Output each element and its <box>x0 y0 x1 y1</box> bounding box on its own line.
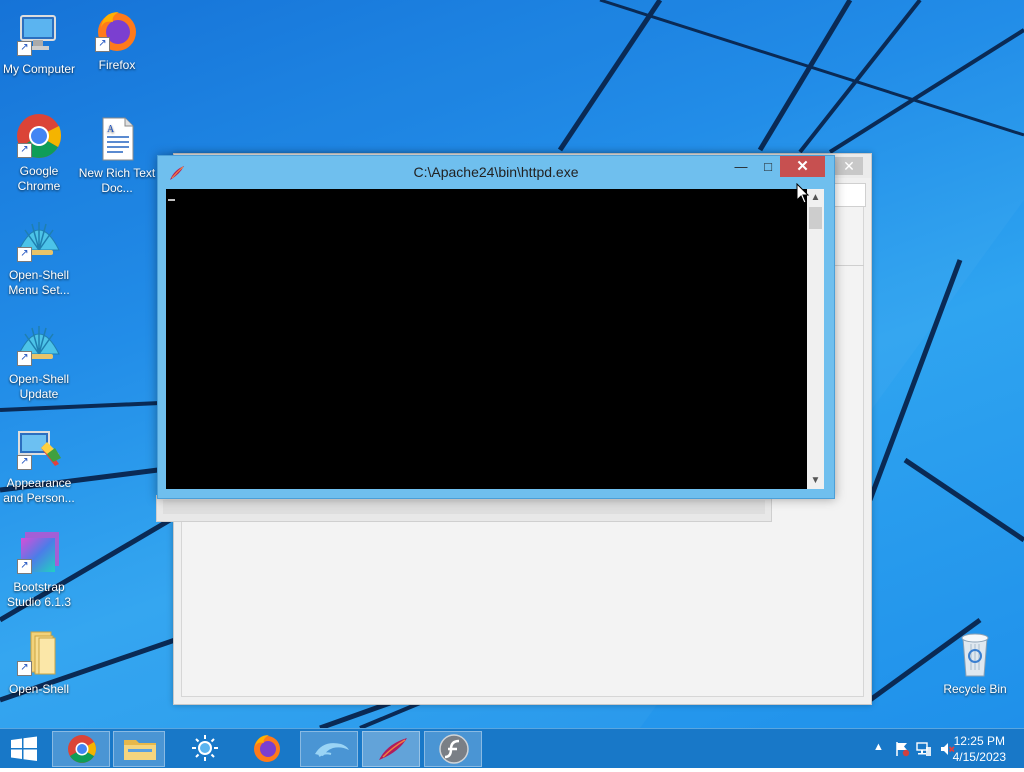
console-output[interactable] <box>166 189 807 489</box>
open-shell-icon: ↗ <box>15 216 63 264</box>
icon-label: Open-Shell <box>8 682 70 696</box>
icon-label: Bootstrap Studio 6.1.3 <box>6 580 72 609</box>
svg-text:A: A <box>107 124 115 135</box>
open-shell-icon: ↗ <box>15 320 63 368</box>
shortcut-arrow-icon: ↗ <box>17 247 32 262</box>
flash-icon <box>439 734 469 764</box>
clock[interactable]: 12:25 PM 4/15/2023 <box>953 733 1006 765</box>
show-hidden-icons-button[interactable]: ▲ <box>873 741 884 753</box>
background-window-field <box>830 183 866 207</box>
icon-label: Appearance and Person... <box>3 476 75 505</box>
windows-logo-icon <box>11 736 37 761</box>
system-tray: ▲ 12:25 PM 4/15/2023 <box>844 729 1024 769</box>
action-center-flag-icon[interactable] <box>894 741 910 757</box>
icon-label: Open-Shell Update <box>8 372 70 401</box>
clock-time: 12:25 PM <box>953 734 1005 748</box>
background-panel-strip <box>163 500 765 514</box>
icon-label: My Computer <box>2 62 76 76</box>
icon-label: New Rich Text Doc... <box>78 166 156 195</box>
start-button[interactable] <box>0 731 48 767</box>
desktop-icon-new-rich-text-doc[interactable]: A New Rich Text Doc... <box>78 114 156 196</box>
taskbar-item-weather[interactable] <box>185 731 225 767</box>
firefox-icon: ↗ <box>93 6 141 54</box>
folder-icon <box>124 740 156 760</box>
shortcut-arrow-icon: ↗ <box>17 41 32 56</box>
vertical-scrollbar[interactable]: ▲ ▼ <box>807 189 824 489</box>
desktop-icon-appearance[interactable]: ↗ Appearance and Person... <box>0 424 78 506</box>
sun-icon <box>192 735 218 761</box>
desktop-icon-recycle-bin[interactable]: Recycle Bin <box>936 630 1014 697</box>
recycle-bin-icon <box>951 630 999 678</box>
desktop-icon-open-shell-menu-settings[interactable]: ↗ Open-Shell Menu Set... <box>0 216 78 298</box>
background-window-divider <box>830 265 864 266</box>
icon-label: Recycle Bin <box>943 682 1007 696</box>
taskbar-item-apache[interactable] <box>362 731 420 767</box>
icon-label: Open-Shell Menu Set... <box>8 268 70 297</box>
text-cursor <box>168 199 175 201</box>
rich-text-document-icon: A <box>93 114 141 162</box>
taskbar-item-firefox[interactable] <box>245 731 289 767</box>
desktop[interactable]: ↗ My Computer ↗ Firefox ↗ Google Chrome … <box>0 0 1024 728</box>
desktop-icon-bootstrap-studio[interactable]: ↗ Bootstrap Studio 6.1.3 <box>0 528 78 610</box>
shortcut-arrow-icon: ↗ <box>17 351 32 366</box>
network-icon[interactable] <box>916 741 932 757</box>
shortcut-arrow-icon: ↗ <box>17 143 32 158</box>
console-window[interactable]: C:\Apache24\bin\httpd.exe — □ ✕ ▲ ▼ <box>157 155 835 499</box>
console-titlebar[interactable]: C:\Apache24\bin\httpd.exe — □ ✕ <box>158 156 834 189</box>
shortcut-arrow-icon: ↗ <box>17 559 32 574</box>
maximize-button[interactable]: □ <box>755 156 781 177</box>
minimize-button[interactable]: — <box>728 156 754 177</box>
icon-label: Google Chrome <box>17 164 61 193</box>
desktop-icon-open-shell-update[interactable]: ↗ Open-Shell Update <box>0 320 78 402</box>
background-window-close-button[interactable]: ✕ <box>835 157 863 175</box>
bootstrap-studio-icon: ↗ <box>15 528 63 576</box>
taskbar-item-flash[interactable] <box>424 731 482 767</box>
chrome-icon: ↗ <box>15 112 63 160</box>
desktop-icon-firefox[interactable]: ↗ Firefox <box>78 6 156 73</box>
computer-icon: ↗ <box>15 10 63 58</box>
taskbar-item-chrome[interactable] <box>52 731 110 767</box>
clock-date: 4/15/2023 <box>952 750 1006 764</box>
close-button[interactable]: ✕ <box>780 156 825 177</box>
shortcut-arrow-icon: ↗ <box>95 37 110 52</box>
scroll-down-arrow-icon[interactable]: ▼ <box>807 472 824 489</box>
taskbar-item-file-explorer[interactable] <box>113 731 165 767</box>
folder-icon: ↗ <box>15 630 63 678</box>
shortcut-arrow-icon: ↗ <box>17 455 32 470</box>
apache-feather-icon <box>379 738 407 760</box>
firefox-icon <box>254 735 280 762</box>
appearance-icon: ↗ <box>15 424 63 472</box>
taskbar: ▲ 12:25 PM 4/15/2023 <box>0 728 1024 768</box>
chrome-icon <box>68 735 96 763</box>
shortcut-arrow-icon: ↗ <box>17 661 32 676</box>
dolphin-icon <box>315 743 349 757</box>
icon-label: Firefox <box>98 58 136 72</box>
desktop-icon-my-computer[interactable]: ↗ My Computer <box>0 10 78 77</box>
scrollbar-thumb[interactable] <box>809 207 822 229</box>
desktop-icon-open-shell[interactable]: ↗ Open-Shell <box>0 630 78 697</box>
taskbar-item-dolphin[interactable] <box>300 731 358 767</box>
desktop-icon-google-chrome[interactable]: ↗ Google Chrome <box>0 112 78 194</box>
mouse-pointer-icon <box>796 183 810 204</box>
background-panel <box>156 495 772 522</box>
